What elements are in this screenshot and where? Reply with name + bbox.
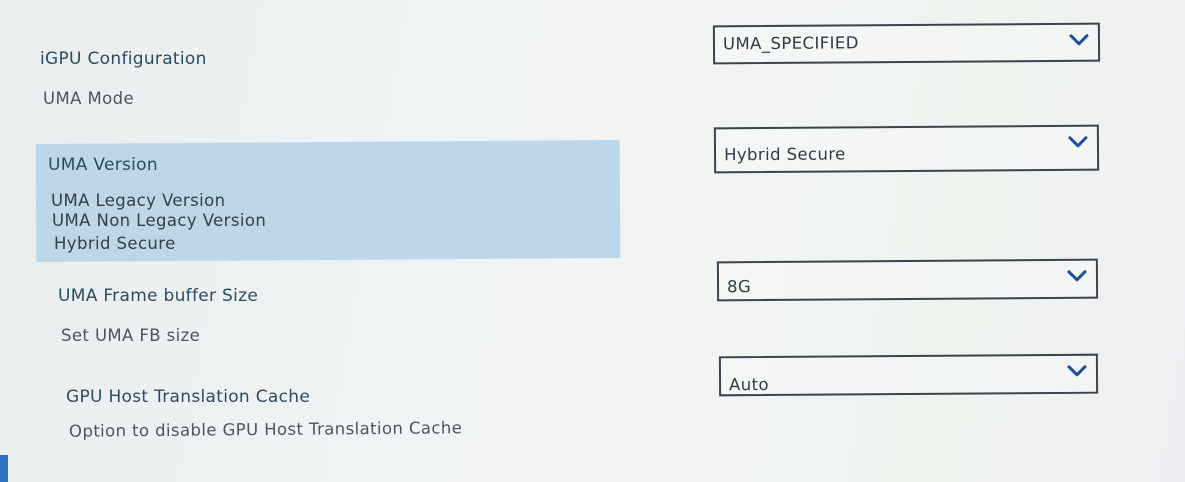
igpu-configuration-dropdown[interactable]: UMA_SPECIFIED xyxy=(712,22,1101,65)
chevron-down-icon[interactable] xyxy=(1068,30,1090,52)
uma-frame-buffer-size-dropdown[interactable]: 8G xyxy=(716,258,1099,302)
uma-frame-buffer-size-description: Set UMA FB size xyxy=(61,326,201,345)
uma-version-option-legacy: UMA Legacy Version xyxy=(51,191,226,210)
gpu-host-translation-cache-selected-value: Auto xyxy=(728,374,770,395)
gpu-host-translation-cache-title: GPU Host Translation Cache xyxy=(66,387,311,407)
uma-version-option-non-legacy: UMA Non Legacy Version xyxy=(52,211,267,230)
igpu-configuration-selected-value: UMA_SPECIFIED xyxy=(722,33,859,54)
chevron-down-icon[interactable] xyxy=(1066,266,1088,288)
uma-version-dropdown[interactable]: Hybrid Secure xyxy=(713,124,1100,174)
uma-frame-buffer-size-title: UMA Frame buffer Size xyxy=(58,286,259,306)
chevron-down-icon[interactable] xyxy=(1067,132,1089,154)
chevron-down-icon[interactable] xyxy=(1066,361,1088,383)
scroll-indicator xyxy=(0,455,8,482)
gpu-host-translation-cache-description: Option to disable GPU Host Translation C… xyxy=(68,418,463,441)
igpu-configuration-description: UMA Mode xyxy=(43,89,135,108)
uma-frame-buffer-size-selected-value: 8G xyxy=(726,277,752,297)
uma-version-option-hybrid-secure: Hybrid Secure xyxy=(54,234,176,253)
igpu-configuration-title: iGPU Configuration xyxy=(40,49,207,69)
uma-version-selected-value: Hybrid Secure xyxy=(723,144,846,165)
uma-version-title[interactable]: UMA Version xyxy=(48,155,158,175)
gpu-host-translation-cache-dropdown[interactable]: Auto xyxy=(718,353,1099,397)
